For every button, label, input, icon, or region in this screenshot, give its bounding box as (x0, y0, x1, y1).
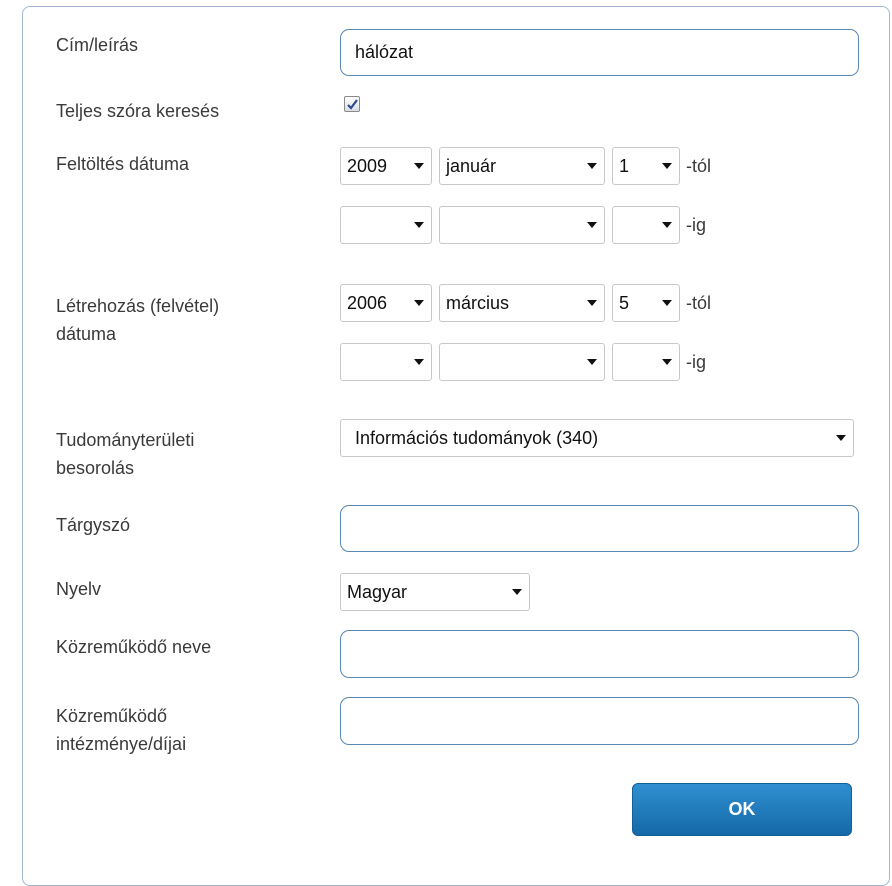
upload-from-year-value: 2009 (347, 156, 388, 176)
subject-label: Tárgyszó (56, 515, 131, 535)
chevron-down-icon (662, 300, 672, 306)
subject-input[interactable] (340, 505, 859, 552)
chevron-down-icon (414, 300, 424, 306)
chevron-down-icon (836, 435, 846, 441)
chevron-down-icon (587, 359, 597, 365)
chevron-down-icon (414, 359, 424, 365)
language-select[interactable]: Magyar (340, 573, 530, 611)
contributor-name-input[interactable] (340, 630, 859, 678)
chevron-down-icon (414, 163, 424, 169)
creation-date-label-line2: dátuma (56, 324, 117, 344)
title-desc-input[interactable] (340, 29, 859, 76)
upload-from-year-select[interactable]: 2009 (340, 147, 432, 185)
chevron-down-icon (662, 163, 672, 169)
upload-from-day-value: 1 (619, 156, 630, 176)
upload-to-suffix: -ig (686, 215, 707, 235)
chevron-down-icon (587, 163, 597, 169)
creation-from-year-select[interactable]: 2006 (340, 284, 432, 322)
creation-from-month-select[interactable]: március (439, 284, 605, 322)
field-class-value: Információs tudományok (340) (355, 428, 599, 448)
upload-from-month-select[interactable]: január (439, 147, 605, 185)
contributor-inst-input[interactable] (340, 697, 859, 745)
contributor-name-label: Közreműködő neve (56, 637, 212, 657)
chevron-down-icon (512, 589, 522, 595)
chevron-down-icon (587, 300, 597, 306)
upload-to-day-select[interactable] (612, 206, 680, 244)
creation-to-month-select[interactable] (439, 343, 605, 381)
upload-from-day-select[interactable]: 1 (612, 147, 680, 185)
chevron-down-icon (662, 359, 672, 365)
creation-from-day-value: 5 (619, 293, 630, 313)
whole-word-label: Teljes szóra keresés (56, 101, 220, 121)
contributor-inst-label-line2: intézménye/díjai (56, 734, 187, 754)
ok-button[interactable]: OK (632, 783, 852, 836)
language-value: Magyar (347, 582, 408, 602)
chevron-down-icon (587, 222, 597, 228)
creation-to-suffix: -ig (686, 352, 707, 372)
language-label: Nyelv (56, 579, 102, 599)
creation-from-day-select[interactable]: 5 (612, 284, 680, 322)
chevron-down-icon (662, 222, 672, 228)
upload-to-month-select[interactable] (439, 206, 605, 244)
creation-from-year-value: 2006 (347, 293, 388, 313)
checkmark-icon (347, 99, 358, 110)
upload-from-suffix: -tól (686, 156, 712, 176)
field-class-select[interactable]: Információs tudományok (340) (340, 419, 854, 457)
creation-date-label-line1: Létrehozás (felvétel) (56, 296, 220, 316)
upload-to-year-select[interactable] (340, 206, 432, 244)
creation-to-day-select[interactable] (612, 343, 680, 381)
chevron-down-icon (414, 222, 424, 228)
creation-from-month-value: március (446, 293, 510, 313)
creation-from-suffix: -tól (686, 293, 712, 313)
upload-date-label: Feltöltés dátuma (56, 154, 190, 174)
upload-from-month-value: január (446, 156, 497, 176)
field-class-label-line2: besorolás (56, 458, 135, 478)
field-class-label-line1: Tudományterületi (56, 430, 195, 450)
creation-to-year-select[interactable] (340, 343, 432, 381)
title-desc-label: Cím/leírás (56, 35, 139, 55)
contributor-inst-label-line1: Közreműködő (56, 706, 168, 726)
whole-word-checkbox[interactable] (344, 96, 360, 112)
